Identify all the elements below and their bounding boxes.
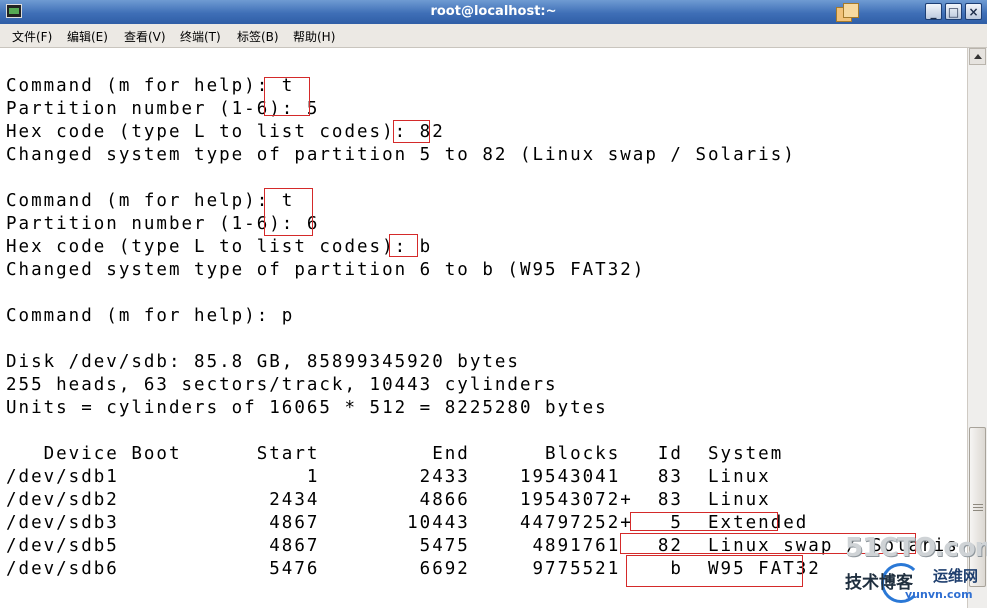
menu-edit[interactable]: 编辑(E) bbox=[67, 28, 108, 45]
partition-row: /dev/sdb2 2434 4866 19543072+ 83 Linux bbox=[6, 490, 771, 510]
title-bar[interactable]: root@localhost:~ _ □ × bbox=[0, 0, 987, 24]
terminal-window: root@localhost:~ _ □ × 文件(F) 编辑(E) 查看(V)… bbox=[0, 0, 987, 608]
terminal-line: Disk /dev/sdb: 85.8 GB, 85899345920 byte… bbox=[6, 352, 520, 372]
menu-bar: 文件(F) 编辑(E) 查看(V) 终端(T) 标签(B) 帮助(H) bbox=[0, 24, 987, 48]
highlight-box-extended bbox=[630, 512, 778, 531]
scroll-up-arrow-icon[interactable] bbox=[969, 48, 986, 65]
terminal-line: Changed system type of partition 5 to 82… bbox=[6, 145, 796, 165]
highlight-box-hex-82 bbox=[393, 120, 430, 143]
terminal-output[interactable]: Command (m for help): t Partition number… bbox=[0, 48, 967, 608]
menu-terminal[interactable]: 终端(T) bbox=[180, 28, 221, 45]
terminal-line: Command (m for help): p bbox=[6, 306, 295, 326]
watermark-logo: 51CTO.com 技术博客 运维网 yunvn.com bbox=[845, 533, 987, 608]
watermark-brand: 51CTO.com bbox=[845, 533, 987, 563]
partition-table-header: Device Boot Start End Blocks Id System bbox=[6, 444, 784, 464]
highlight-box-command-t bbox=[264, 188, 313, 236]
menu-file[interactable]: 文件(F) bbox=[12, 28, 52, 45]
menu-view[interactable]: 查看(V) bbox=[124, 28, 166, 45]
terminal-line: Command (m for help): t bbox=[6, 191, 295, 211]
watermark-subtitle: 技术博客 bbox=[845, 573, 913, 593]
terminal-line: Hex code (type L to list codes): b bbox=[6, 237, 433, 257]
menu-tabs[interactable]: 标签(B) bbox=[237, 28, 279, 45]
window-list-icon bbox=[836, 3, 859, 22]
watermark-yun: 运维网 bbox=[933, 567, 979, 585]
highlight-box-w95 bbox=[626, 555, 803, 587]
terminal-line: Command (m for help): t bbox=[6, 76, 295, 96]
terminal-line: Units = cylinders of 16065 * 512 = 82252… bbox=[6, 398, 608, 418]
maximize-button[interactable]: □ bbox=[945, 3, 962, 20]
menu-help[interactable]: 帮助(H) bbox=[293, 28, 335, 45]
highlight-box-hex-b bbox=[389, 234, 418, 257]
partition-row: /dev/sdb1 1 2433 19543041 83 Linux bbox=[6, 467, 771, 487]
highlight-box-command-t bbox=[264, 77, 310, 116]
close-button[interactable]: × bbox=[965, 3, 982, 20]
terminal-line: 255 heads, 63 sectors/track, 10443 cylin… bbox=[6, 375, 558, 395]
terminal-line: Hex code (type L to list codes): 82 bbox=[6, 122, 445, 142]
minimize-button[interactable]: _ bbox=[925, 3, 942, 20]
terminal-line: Changed system type of partition 6 to b … bbox=[6, 260, 646, 280]
vertical-scrollbar[interactable] bbox=[967, 48, 987, 608]
watermark-url: yunvn.com bbox=[905, 588, 973, 601]
